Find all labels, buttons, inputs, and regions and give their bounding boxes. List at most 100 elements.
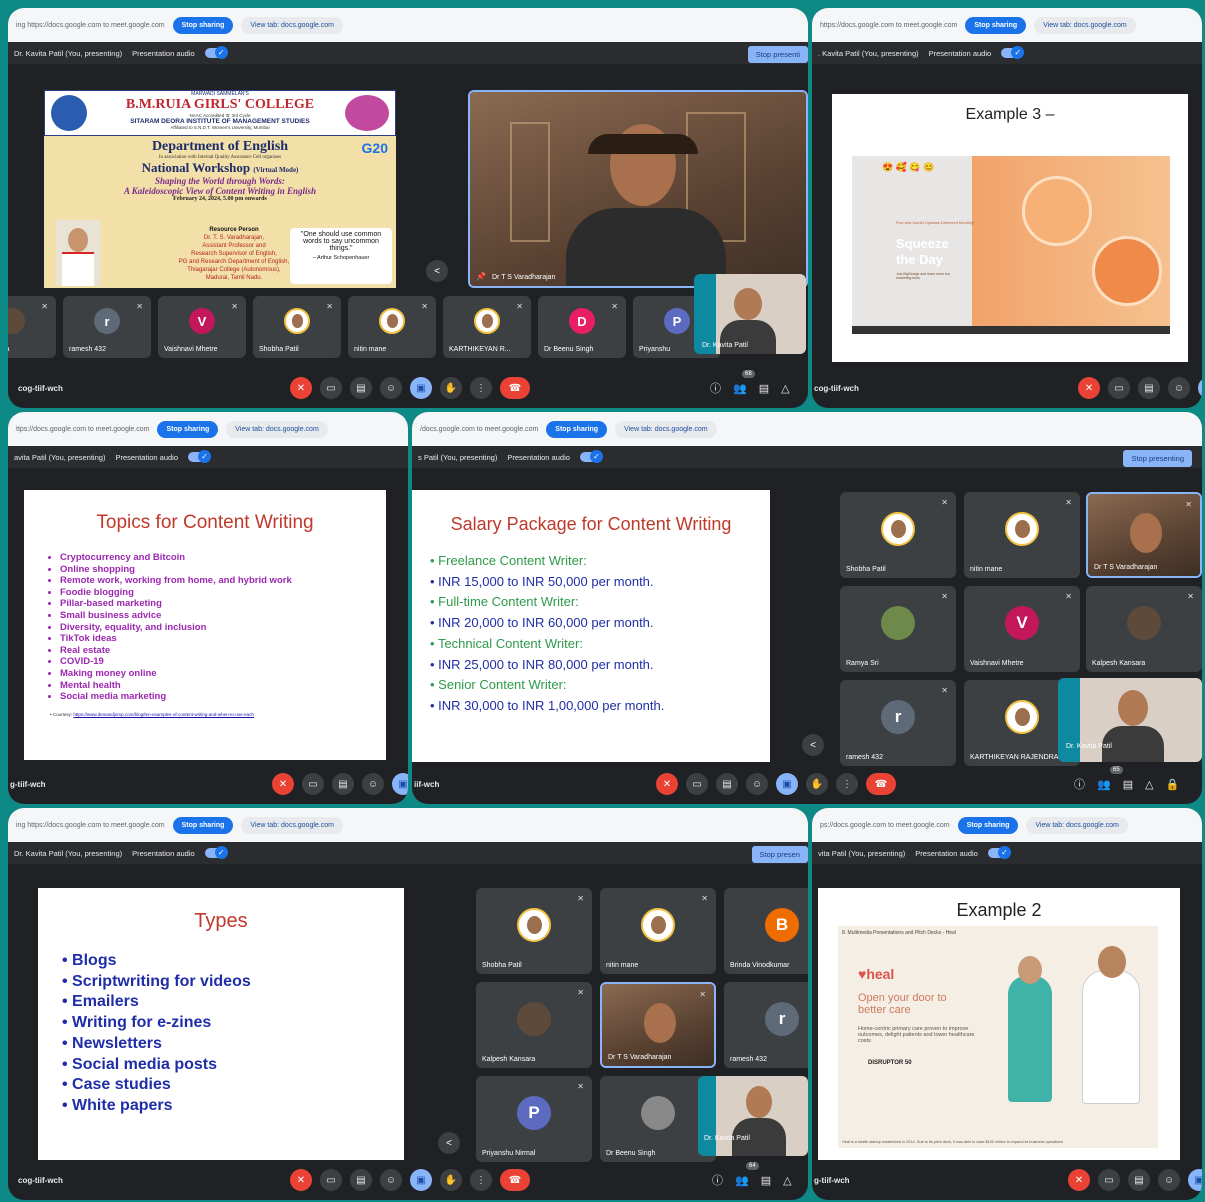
info-icon[interactable]: ⓘ (712, 1172, 723, 1188)
self-view-tile[interactable]: Dr. Kavita Patil (1058, 678, 1202, 762)
activities-icon[interactable]: △ (1145, 778, 1153, 791)
camera-icon[interactable]: ▭ (686, 773, 708, 795)
mic-off-icon[interactable]: ✕ (272, 773, 294, 795)
chat-icon[interactable]: ▤ (761, 1174, 771, 1187)
view-tab-button[interactable]: View tab: docs.google.com (615, 420, 717, 438)
camera-icon[interactable]: ▭ (302, 773, 324, 795)
chat-icon[interactable]: ▤ (759, 382, 769, 395)
more-options-icon[interactable]: ⋮ (836, 773, 858, 795)
people-icon[interactable]: 👥 (733, 382, 747, 395)
stop-presenting-button[interactable]: Stop presenti (747, 46, 808, 63)
participant-tile[interactable]: ✕ Dr T S Varadharajan (1086, 492, 1202, 578)
view-tab-button[interactable]: View tab: docs.google.com (226, 420, 328, 438)
people-icon[interactable]: 👥 (735, 1174, 749, 1187)
speaker-tile[interactable]: Dr T S Varadharajan 📌 (468, 90, 808, 288)
camera-icon[interactable]: ▭ (1098, 1169, 1120, 1191)
participant-tile[interactable]: ✕ sh Kansara (8, 296, 56, 358)
captions-icon[interactable]: ▤ (350, 1169, 372, 1191)
participant-tile[interactable]: ✕ Shobha Patil (840, 492, 956, 578)
emoji-icon[interactable]: ☺ (380, 1169, 402, 1191)
participant-tile[interactable]: ✕ KARTHIKEYAN R... (443, 296, 531, 358)
view-tab-button[interactable]: View tab: docs.google.com (1034, 16, 1136, 34)
activities-icon[interactable]: △ (783, 1174, 791, 1187)
mic-off-icon[interactable]: ✕ (290, 1169, 312, 1191)
present-icon[interactable]: ▣ (392, 773, 408, 795)
camera-icon[interactable]: ▭ (320, 1169, 342, 1191)
mic-off-icon[interactable]: ✕ (290, 377, 312, 399)
share-icon[interactable]: < (438, 1132, 460, 1154)
emoji-icon[interactable]: ☺ (1158, 1169, 1180, 1191)
participant-tile[interactable]: B✕Brinda Vinodkumar (724, 888, 808, 974)
participant-tile[interactable]: ✕ Shobha Patil (476, 888, 592, 974)
presentation-audio-toggle[interactable] (204, 846, 228, 859)
more-options-icon[interactable]: ⋮ (470, 1169, 492, 1191)
camera-icon[interactable]: ▭ (1108, 377, 1130, 399)
view-tab-button[interactable]: View tab: docs.google.com (1026, 816, 1128, 834)
stop-sharing-button[interactable]: Stop sharing (172, 816, 234, 834)
camera-icon[interactable]: ▭ (320, 377, 342, 399)
present-icon[interactable]: ▣ (776, 773, 798, 795)
mic-off-icon[interactable]: ✕ (1068, 1169, 1090, 1191)
end-call-icon[interactable]: ☎ (866, 773, 896, 795)
captions-icon[interactable]: ▤ (1128, 1169, 1150, 1191)
emoji-icon[interactable]: ☺ (746, 773, 768, 795)
captions-icon[interactable]: ▤ (1138, 377, 1160, 399)
present-icon[interactable]: ▣ (1188, 1169, 1202, 1191)
participant-tile[interactable]: ✕ Dr T S Varadharajan (600, 982, 716, 1068)
participant-tile[interactable]: r✕ramesh 432 (724, 982, 808, 1068)
activities-icon[interactable]: △ (781, 382, 789, 395)
courtesy-link[interactable]: https://www.demandjump.com/blog/ten-exam… (73, 712, 254, 717)
participant-tile[interactable]: ✕ nitin mane (348, 296, 436, 358)
emoji-icon[interactable]: ☺ (362, 773, 384, 795)
mic-off-icon[interactable]: ✕ (1078, 377, 1100, 399)
stop-sharing-button[interactable]: Stop sharing (546, 420, 608, 438)
captions-icon[interactable]: ▤ (716, 773, 738, 795)
participant-tile[interactable]: ✕ Kalpesh Kansara (476, 982, 592, 1068)
self-view-tile[interactable]: Dr. Kavita Patil (698, 1076, 808, 1156)
people-icon[interactable]: 👥 (1097, 778, 1111, 791)
end-call-icon[interactable]: ☎ (500, 1169, 530, 1191)
participant-tile[interactable]: ✕ nitin mane (600, 888, 716, 974)
present-icon[interactable]: ▣ (1198, 377, 1202, 399)
self-view-tile[interactable]: Dr. Kavita Patil (694, 274, 806, 354)
participant-tile[interactable]: P ✕ Priyanshu Nirmal (476, 1076, 592, 1162)
stop-presenting-button[interactable]: Stop presen (751, 846, 808, 863)
participant-tile[interactable]: ✕ Kalpesh Kansara (1086, 586, 1202, 672)
participant-tile[interactable]: V ✕ Vaishnavi Mhetre (158, 296, 246, 358)
more-options-icon[interactable]: ⋮ (470, 377, 492, 399)
emoji-icon[interactable]: ☺ (1168, 377, 1190, 399)
chat-icon[interactable]: ▤ (1123, 778, 1133, 791)
present-icon[interactable]: ▣ (410, 377, 432, 399)
stop-sharing-button[interactable]: Stop sharing (957, 816, 1019, 834)
participant-tile[interactable]: ✕ Shobha Patil (253, 296, 341, 358)
captions-icon[interactable]: ▤ (332, 773, 354, 795)
info-icon[interactable]: ⓘ (1074, 776, 1085, 792)
captions-icon[interactable]: ▤ (350, 377, 372, 399)
stop-sharing-button[interactable]: Stop sharing (157, 420, 219, 438)
participant-tile[interactable]: D ✕ Dr Beenu Singh (538, 296, 626, 358)
mic-off-icon[interactable]: ✕ (656, 773, 678, 795)
share-icon[interactable]: < (802, 734, 824, 756)
raise-hand-icon[interactable]: ✋ (440, 1169, 462, 1191)
host-controls-icon[interactable]: 🔒 (1166, 778, 1180, 791)
stop-presenting-button[interactable]: Stop presenting (1123, 450, 1192, 467)
view-tab-button[interactable]: View tab: docs.google.com (241, 816, 343, 834)
stop-sharing-button[interactable]: Stop sharing (965, 16, 1027, 34)
presentation-audio-toggle[interactable] (1001, 46, 1025, 59)
participant-tile[interactable]: r✕ramesh 432 (840, 680, 956, 766)
emoji-icon[interactable]: ☺ (380, 377, 402, 399)
presentation-audio-toggle[interactable] (204, 46, 228, 59)
view-tab-button[interactable]: View tab: docs.google.com (241, 16, 343, 34)
presentation-audio-toggle[interactable] (579, 450, 603, 463)
present-icon[interactable]: ▣ (410, 1169, 432, 1191)
participant-tile[interactable]: V ✕ Vaishnavi Mhetre (964, 586, 1080, 672)
pin-icon[interactable]: 📌 (476, 272, 486, 281)
info-icon[interactable]: ⓘ (710, 380, 721, 396)
participant-tile[interactable]: ✕ Ramya Sri (840, 586, 956, 672)
raise-hand-icon[interactable]: ✋ (440, 377, 462, 399)
share-icon[interactable]: < (426, 260, 448, 282)
presentation-audio-toggle[interactable] (188, 450, 211, 463)
stop-sharing-button[interactable]: Stop sharing (172, 16, 234, 34)
end-call-icon[interactable]: ☎ (500, 377, 530, 399)
raise-hand-icon[interactable]: ✋ (806, 773, 828, 795)
